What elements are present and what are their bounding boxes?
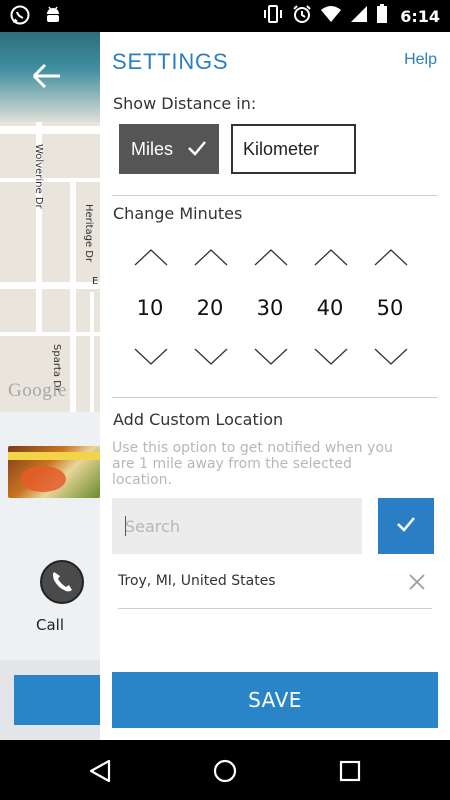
chevron-down-icon[interactable] xyxy=(314,348,348,366)
kilometer-option[interactable]: Kilometer xyxy=(231,124,356,174)
chevron-up-icon[interactable] xyxy=(314,248,348,266)
kilometer-option-label: Kilometer xyxy=(243,138,320,159)
search-input[interactable] xyxy=(112,498,362,554)
chevron-down-icon[interactable] xyxy=(254,348,288,366)
background-app: Wolverine Dr Heritage Dr Sparta Dr E Goo… xyxy=(0,32,112,740)
check-icon xyxy=(187,139,207,157)
minute-picker-10: 10 xyxy=(130,244,170,372)
battery-icon xyxy=(376,4,388,28)
whatsapp-icon xyxy=(10,5,30,29)
call-label: Call xyxy=(36,616,65,634)
restaurant-image[interactable] xyxy=(8,446,100,498)
chevron-up-icon[interactable] xyxy=(194,248,228,266)
back-icon[interactable] xyxy=(87,758,113,784)
chevron-down-icon[interactable] xyxy=(194,348,228,366)
wifi-icon xyxy=(320,5,342,27)
vibrate-icon xyxy=(262,4,284,28)
minute-picker-50: 50 xyxy=(370,244,410,372)
miles-option-label: Miles xyxy=(131,138,174,159)
saved-location: Troy, MI, United States xyxy=(118,573,276,589)
signal-icon xyxy=(350,5,368,27)
divider xyxy=(112,195,438,196)
chevron-down-icon[interactable] xyxy=(134,348,168,366)
clock-time: 6:14 xyxy=(400,6,440,26)
minute-picker-30: 30 xyxy=(250,244,290,372)
minute-value: 10 xyxy=(136,296,164,320)
navigation-bar xyxy=(0,740,450,800)
check-icon xyxy=(396,515,416,537)
street-label: Heritage Dr xyxy=(83,204,94,263)
google-logo: Google xyxy=(8,380,67,401)
recents-icon[interactable] xyxy=(337,758,363,784)
back-arrow-icon[interactable] xyxy=(30,62,64,90)
save-button[interactable]: SAVE xyxy=(112,672,438,728)
map-view[interactable]: Wolverine Dr Heritage Dr Sparta Dr E Goo… xyxy=(0,32,112,412)
minute-value: 40 xyxy=(316,296,344,320)
background-action-button[interactable] xyxy=(14,675,112,725)
divider xyxy=(112,397,438,398)
settings-panel: SETTINGS Help Show Distance in: Miles Ki… xyxy=(100,32,450,740)
minute-value: 20 xyxy=(196,296,224,320)
minute-value: 30 xyxy=(256,296,284,320)
custom-location-label: Add Custom Location xyxy=(113,410,284,429)
confirm-location-button[interactable] xyxy=(378,498,434,554)
minute-value: 50 xyxy=(376,296,404,320)
alarm-icon xyxy=(292,4,312,28)
minute-picker-20: 20 xyxy=(190,244,230,372)
distance-unit-label: Show Distance in: xyxy=(113,94,257,113)
chevron-down-icon[interactable] xyxy=(374,348,408,366)
miles-option[interactable]: Miles xyxy=(119,124,219,174)
change-minutes-label: Change Minutes xyxy=(113,204,243,223)
home-icon[interactable] xyxy=(212,758,238,784)
close-icon[interactable] xyxy=(408,573,426,591)
android-debug-icon xyxy=(44,5,62,29)
chevron-up-icon[interactable] xyxy=(134,248,168,266)
status-bar: 6:14 xyxy=(0,0,450,32)
phone-icon[interactable] xyxy=(40,560,84,604)
help-link[interactable]: Help xyxy=(404,51,437,69)
page-title: SETTINGS xyxy=(112,49,229,74)
minute-picker-40: 40 xyxy=(310,244,350,372)
street-label: Wolverine Dr xyxy=(33,144,44,209)
divider xyxy=(118,608,432,609)
text-cursor xyxy=(125,516,126,536)
chevron-up-icon[interactable] xyxy=(374,248,408,266)
chevron-up-icon[interactable] xyxy=(254,248,288,266)
street-label: E xyxy=(92,276,99,287)
custom-location-helper: Use this option to get notified when you… xyxy=(112,440,393,488)
